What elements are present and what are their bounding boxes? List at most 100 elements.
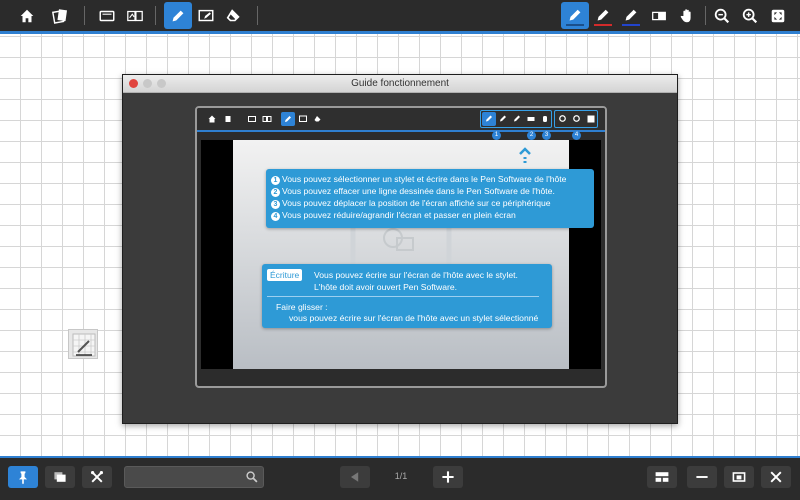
screen-icon — [99, 10, 115, 21]
guide-item: 4 Vous pouvez réduire/agrandir l'écran et… — [271, 209, 589, 221]
home-button[interactable] — [13, 2, 41, 29]
screen-layout-button[interactable] — [647, 466, 677, 488]
screen-pen-button[interactable] — [192, 2, 220, 29]
pen-navy-icon — [625, 9, 637, 20]
guide-item-number: 2 — [271, 188, 280, 197]
eraser-block-icon — [652, 11, 666, 20]
eraser-button[interactable] — [220, 2, 248, 29]
window-title: Guide fonctionnement — [351, 78, 449, 89]
mini-fullscreen-icon — [584, 112, 598, 126]
guide-item-text: Vous pouvez sélectionner un stylet et éc… — [282, 174, 567, 184]
pin-button[interactable] — [8, 466, 38, 488]
toolbar-separator — [84, 6, 85, 25]
page-thumbnail[interactable] — [68, 329, 98, 359]
pen-icon — [172, 10, 184, 21]
zoom-in-button[interactable] — [736, 2, 764, 29]
guide-item: 1 Vous pouvez sélectionner un stylet et é… — [271, 173, 589, 185]
add-page-button[interactable] — [433, 466, 463, 488]
zoom-out-icon — [714, 8, 730, 23]
close-icon — [770, 471, 782, 483]
fullscreen-icon — [771, 9, 785, 22]
tools-button[interactable] — [82, 466, 112, 488]
pen-blue-button[interactable] — [561, 2, 589, 29]
guide-item: 3 Vous pouvez déplacer la position de l'é… — [271, 197, 589, 209]
search-input[interactable] — [129, 470, 239, 484]
mini-eraser-block-icon — [524, 112, 538, 126]
minimize-window-button[interactable] — [143, 79, 152, 88]
search-box[interactable] — [124, 466, 264, 488]
pen-color-bar — [566, 24, 584, 26]
guide-badge: 1 — [492, 131, 501, 140]
pages-button[interactable] — [45, 466, 75, 488]
plus-icon — [442, 471, 454, 483]
mini-toolbar — [197, 108, 605, 130]
bottom-toolbar: 1/1 — [0, 456, 800, 500]
writing-text: Vous pouvez écrire sur l'écran de l'hôte… — [314, 270, 518, 280]
screen-layout-icon — [655, 472, 669, 482]
guide-item-number: 4 — [271, 212, 280, 221]
guide-item: 2 Vous pouvez effacer une ligne dessinée … — [271, 185, 589, 197]
thumbnail-icon — [72, 333, 96, 357]
writing-help-callout: Écriture Vous pouvez écrire sur l'écran … — [262, 264, 552, 328]
pen-navy-button[interactable] — [617, 2, 645, 29]
pages-icon — [54, 472, 66, 482]
guide-window: Guide fonctionnement 1 2 3 4 — [122, 74, 678, 424]
documents-button[interactable] — [46, 2, 74, 29]
guide-item-text: Vous pouvez effacer une ligne dessinée d… — [282, 186, 555, 196]
hand-button[interactable] — [673, 2, 701, 29]
zoom-out-button[interactable] — [708, 2, 736, 29]
guide-item-number: 3 — [271, 200, 280, 209]
screen-switch-icon — [127, 10, 143, 21]
fullscreen-button[interactable] — [764, 2, 792, 29]
search-icon[interactable] — [245, 470, 259, 484]
mini-pen-blue-icon — [482, 112, 496, 126]
mini-zoom-out-icon — [556, 112, 570, 126]
mini-screen-icon — [245, 112, 259, 126]
restore-icon — [732, 472, 746, 482]
mini-screen-switch-icon — [260, 112, 274, 126]
guide-screenshot-frame: 1 2 3 4 — [195, 106, 607, 388]
screen-switch-button[interactable] — [121, 2, 149, 29]
hand-icon — [680, 8, 691, 22]
mini-documents-icon — [221, 112, 235, 126]
documents-icon — [51, 8, 68, 24]
screen-pen-icon — [198, 9, 214, 21]
mini-pen-red-icon — [496, 112, 510, 126]
drag-text: vous pouvez écrire sur l'écran de l'hôte… — [289, 313, 539, 323]
guide-badge: 4 — [572, 131, 581, 140]
writing-text: L'hôte doit avoir ouvert Pen Software. — [314, 282, 458, 292]
triangle-left-icon — [351, 472, 359, 482]
mini-pen-navy-icon — [510, 112, 524, 126]
drag-title: Faire glisser : — [276, 302, 328, 312]
mini-hand-icon — [538, 112, 552, 126]
maximize-window-button[interactable] — [157, 79, 166, 88]
pen-color-bar — [594, 24, 612, 26]
pen-red-button[interactable] — [589, 2, 617, 29]
close-window-button[interactable] — [129, 79, 138, 88]
mini-canvas-top — [201, 132, 601, 140]
home-icon — [20, 9, 34, 22]
eraser-icon — [226, 8, 240, 21]
pen-blue-icon — [569, 9, 581, 20]
mini-zoom-in-icon — [570, 112, 584, 126]
guide-arrow-icon — [519, 147, 531, 163]
pen-red-icon — [597, 9, 609, 20]
previous-page-button[interactable] — [340, 466, 370, 488]
pen-mode-button[interactable] — [164, 2, 192, 29]
guide-item-number: 1 — [271, 176, 280, 185]
window-titlebar[interactable]: Guide fonctionnement — [123, 75, 677, 93]
toolbar-separator — [705, 6, 706, 25]
restore-button[interactable] — [724, 466, 754, 488]
eraser-block-button[interactable] — [645, 2, 673, 29]
tools-icon — [91, 471, 103, 483]
minimize-button[interactable] — [687, 466, 717, 488]
guide-badge: 3 — [542, 131, 551, 140]
toolbar-separator — [257, 6, 258, 25]
mini-eraser-icon — [311, 112, 325, 126]
guide-badge: 2 — [527, 131, 536, 140]
close-button[interactable] — [761, 466, 791, 488]
screen-button[interactable] — [93, 2, 121, 29]
mini-letterbox-left — [201, 140, 233, 369]
pin-icon — [19, 471, 27, 485]
guide-item-text: Vous pouvez déplacer la position de l'éc… — [282, 198, 551, 208]
